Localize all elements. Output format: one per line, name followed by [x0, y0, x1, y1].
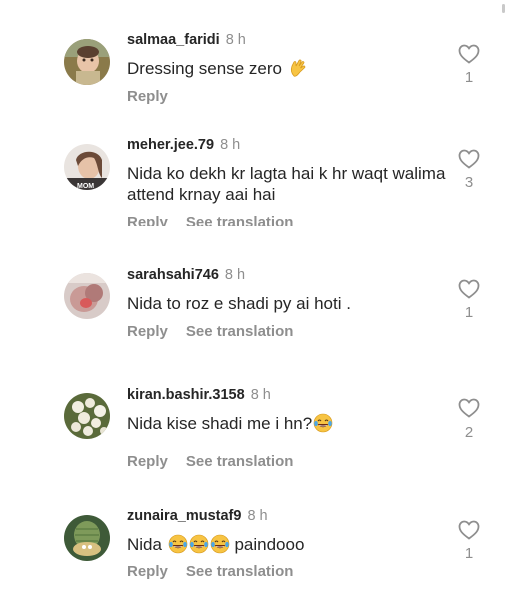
- comment-text-content: Nida ko dekh kr lagta hai k hr waqt wali…: [127, 164, 446, 204]
- comment-text: Nida kise shadi me i hn?: [127, 413, 447, 434]
- heart-outline-icon[interactable]: [458, 44, 480, 64]
- heart-outline-icon[interactable]: [458, 398, 480, 418]
- comment-text: Dressing sense zero: [127, 58, 447, 79]
- timestamp: 8 h: [224, 267, 246, 283]
- username[interactable]: sarahsahi746: [127, 267, 219, 283]
- reply-button[interactable]: Reply: [127, 453, 168, 470]
- avatar-image: [64, 515, 110, 561]
- heart-outline-icon[interactable]: [458, 520, 480, 540]
- comment-text-content: Nida kise shadi me i hn?: [127, 414, 313, 433]
- like-count: 1: [464, 545, 474, 562]
- comment-header: salmaa_faridi 8 h: [127, 31, 246, 49]
- clapping-hands-emoji-icon: [288, 58, 308, 78]
- reply-button[interactable]: Reply: [127, 214, 168, 226]
- comments-panel: salmaa_faridi 8 h Dressing sense zero Rep…: [0, 0, 518, 590]
- like-count: 1: [464, 304, 474, 321]
- reply-button[interactable]: Reply: [127, 323, 168, 340]
- avatar-caption: MOM: [77, 183, 94, 190]
- tears-of-joy-emoji-icon: [313, 413, 333, 433]
- heart-outline-icon[interactable]: [458, 149, 480, 169]
- comment-actions: Reply See translation: [127, 323, 293, 341]
- reply-button[interactable]: Reply: [127, 88, 168, 105]
- comment-text-content: Nida to roz e shadi py ai hoti .: [127, 294, 351, 313]
- tears-of-joy-emoji-icon: [168, 534, 188, 554]
- comment-header: kiran.bashir.3158 8 h: [127, 386, 271, 404]
- timestamp: 8 h: [225, 32, 246, 48]
- username[interactable]: kiran.bashir.3158: [127, 387, 245, 403]
- heart-outline-icon[interactable]: [458, 279, 480, 299]
- comment-header: sarahsahi746 8 h: [127, 266, 245, 284]
- comment-actions: Reply See translation: [127, 453, 293, 471]
- avatar[interactable]: MOM: [64, 144, 110, 190]
- comment-actions: Reply See translation: [127, 563, 293, 581]
- comment-text: Nida paindooo: [127, 534, 447, 555]
- comment-header: zunaira_mustaf9 8 h: [127, 507, 268, 525]
- see-translation-button[interactable]: See translation: [186, 563, 294, 580]
- comment-text-content: Dressing sense zero: [127, 59, 282, 78]
- timestamp: 8 h: [247, 508, 268, 524]
- like-count: 2: [464, 424, 474, 441]
- avatar[interactable]: [64, 515, 110, 561]
- avatar-image: [64, 273, 110, 319]
- timestamp: 8 h: [220, 137, 241, 153]
- tears-of-joy-emoji-icon: [210, 534, 230, 554]
- see-translation-button[interactable]: See translation: [186, 323, 294, 340]
- reply-button[interactable]: Reply: [127, 563, 168, 580]
- avatar-image: [64, 393, 110, 439]
- avatar-image: [64, 39, 110, 85]
- comment-text-after: paindooo: [234, 535, 305, 554]
- comment-text: Nida ko dekh kr lagta hai k hr waqt wali…: [127, 163, 447, 205]
- comment-text: Nida to roz e shadi py ai hoti .: [127, 293, 447, 314]
- see-translation-button[interactable]: See translation: [186, 214, 294, 226]
- comment-header: meher.jee.79 8 h: [127, 136, 240, 154]
- avatar[interactable]: [64, 39, 110, 85]
- like-count: 1: [464, 69, 474, 86]
- username[interactable]: salmaa_faridi: [127, 32, 220, 48]
- like-count: 3: [464, 174, 474, 191]
- avatar[interactable]: [64, 393, 110, 439]
- avatar[interactable]: [64, 273, 110, 319]
- comment-text-before: Nida: [127, 535, 162, 554]
- comment-actions: Reply See translation: [127, 214, 293, 226]
- see-translation-button[interactable]: See translation: [186, 453, 294, 470]
- tears-of-joy-emoji-icon: [189, 534, 209, 554]
- scrollbar-thumb[interactable]: [502, 4, 505, 13]
- username[interactable]: zunaira_mustaf9: [127, 508, 241, 524]
- comment-actions: Reply: [127, 88, 168, 106]
- avatar-image: MOM: [64, 144, 110, 190]
- timestamp: 8 h: [250, 387, 271, 403]
- username[interactable]: meher.jee.79: [127, 137, 214, 153]
